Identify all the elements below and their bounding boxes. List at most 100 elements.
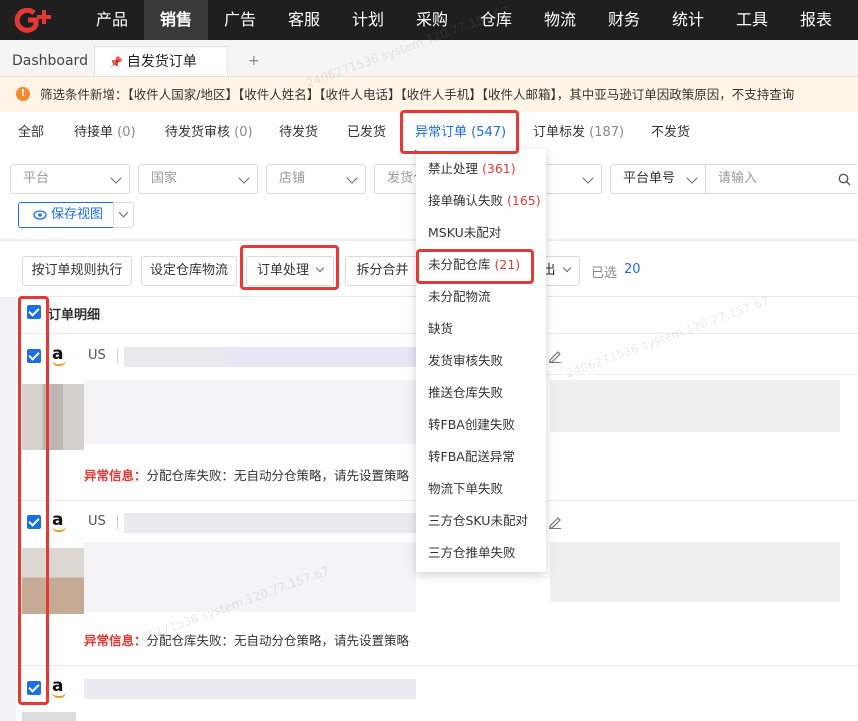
nav-item-service[interactable]: 客服 [276,0,332,40]
status-tab-no-ship[interactable]: 不发货 [651,112,690,154]
add-tab-button[interactable]: + [236,46,272,76]
button-label: 订单处理 [256,263,309,278]
item-label: 转FBA配送异常 [428,449,515,464]
item-label: 禁止处理 [428,161,479,176]
exception-type-dropdown: 禁止处理 (361) 接单确认失败 (165) MSKU未配对 未分配仓库 (2… [416,149,546,572]
item-label: 三方仓推单失败 [428,545,516,560]
error-label: 异常信息： [84,633,147,648]
nav-item-tools[interactable]: 工具 [724,0,780,40]
status-tab-label: 已发货 [347,125,387,140]
item-label: 接单确认失败 [428,193,504,208]
selected-label: 已选 [591,266,618,281]
item-label: 发货审核失败 [428,353,504,368]
edit-icon[interactable] [548,515,562,529]
dropdown-item-3pl-sku-unmatched[interactable]: 三方仓SKU未配对 [416,505,546,537]
item-count: (361) [482,161,516,176]
app-logo[interactable] [14,8,70,34]
status-tab-pending-accept[interactable]: 待接单 (0) [74,112,136,154]
nav-item-reports[interactable]: 报表 [788,0,844,40]
amazon-logo-icon: a [52,676,68,698]
nav-item-finance[interactable]: 财务 [596,0,652,40]
blurred-order-info [230,347,416,367]
error-text: 分配仓库失败：无自动分仓策略，请先设置策略 [146,468,410,483]
chevron-down-icon [238,172,250,184]
order-country: US [88,348,106,363]
status-tab-label: 不发货 [651,125,691,140]
dropdown-item-fba-create-failed[interactable]: 转FBA创建失败 [416,409,546,441]
search-field-select[interactable]: 平台单号 [610,164,706,194]
order-detail-header: 订单明细 [48,308,101,323]
platform-select[interactable]: 平台 [10,164,130,194]
status-tab-pending-review[interactable]: 待发货审核 (0) [165,112,253,154]
amazon-logo-icon: a [52,510,68,532]
order-checkbox[interactable] [27,681,41,695]
blurred-order-info [550,380,840,432]
dropdown-item-forbidden[interactable]: 禁止处理 (361) [416,153,546,185]
blurred-product-info [84,542,416,612]
country-select[interactable]: 国家 [138,164,258,194]
dropdown-item-accept-failed[interactable]: 接单确认失败 (165) [416,185,546,217]
edit-icon[interactable] [548,349,562,363]
dropdown-item-logistics-order-failed[interactable]: 物流下单失败 [416,473,546,505]
chevron-down-icon [315,263,325,273]
tab-self-ship-orders[interactable]: 📌 自发货订单 [94,46,228,76]
dropdown-item-3pl-push-failed[interactable]: 三方仓推单失败 [416,537,546,569]
status-tab-exception[interactable]: 异常订单 (547) [415,112,507,154]
error-label: 异常信息： [84,468,147,483]
order-error-message: 异常信息：分配仓库失败：无自动分仓策略，请先设置策略 [84,630,409,649]
item-label: MSKU未配对 [428,225,502,240]
notice-banner: ! 筛选条件新增：【收件人国家/地区】【收件人姓名】【收件人电话】【收件人手机】… [0,77,858,112]
search-icon[interactable] [838,173,851,186]
nav-item-warehouse[interactable]: 仓库 [468,0,524,40]
status-tab-mark-ship[interactable]: 订单标发 (187) [533,112,624,154]
dropdown-item-out-of-stock[interactable]: 缺货 [416,313,546,345]
select-all-checkbox[interactable] [27,305,41,319]
nav-item-stats[interactable]: 统计 [660,0,716,40]
status-tab-pending-ship[interactable]: 待发货 [279,112,318,154]
order-checkbox[interactable] [27,515,41,529]
chevron-down-icon [118,207,129,218]
search-input[interactable]: 请输入 [705,164,858,194]
nav-item-ads[interactable]: 广告 [212,0,268,40]
nav-item-plan[interactable]: 计划 [340,0,396,40]
nav-item-sales[interactable]: 销售 [144,0,208,40]
status-tab-shipped[interactable]: 已发货 [347,112,386,154]
status-tab-count: (0) [234,125,253,140]
dropdown-item-unassigned-warehouse[interactable]: 未分配仓库 (21) [416,249,546,281]
nav-item-logistics[interactable]: 物流 [532,0,588,40]
dropdown-item-ship-review-failed[interactable]: 发货审核失败 [416,345,546,377]
tab-dashboard[interactable]: Dashboard [0,46,100,76]
pin-icon: 📌 [109,56,123,69]
save-view-button[interactable]: 保存视图 [18,202,114,228]
order-process-button[interactable]: 订单处理 [246,256,334,286]
chevron-down-icon [582,172,594,184]
input-placeholder: 请输入 [718,171,758,186]
status-tab-label: 异常订单 [415,125,468,140]
save-view-dropdown-button[interactable] [113,202,134,228]
separator [117,515,118,529]
notice-text: 筛选条件新增：【收件人国家/地区】【收件人姓名】【收件人电话】【收件人手机】【收… [40,87,795,102]
store-select[interactable]: 店铺 [266,164,366,194]
nav-item-product[interactable]: 产品 [84,0,140,40]
product-thumbnail [22,384,84,450]
item-label: 转FBA创建失败 [428,417,515,432]
dropdown-item-push-warehouse-failed[interactable]: 推送仓库失败 [416,377,546,409]
dropdown-item-fba-delivery-error[interactable]: 转FBA配送异常 [416,441,546,473]
dropdown-item-unassigned-logistics[interactable]: 未分配物流 [416,281,546,313]
split-merge-button[interactable]: 拆分合并 [345,256,420,286]
item-label: 物流下单失败 [428,481,504,496]
item-label: 未分配仓库 [428,257,491,272]
set-warehouse-logistics-button[interactable]: 设定仓库物流 [141,256,237,286]
divider [16,665,858,666]
status-tab-all[interactable]: 全部 [18,112,44,154]
blurred-order-info [124,513,416,533]
dropdown-item-msku-unmatched[interactable]: MSKU未配对 [416,217,546,249]
product-thumbnail [22,712,76,721]
run-order-rules-button[interactable]: 按订单规则执行 [22,256,132,286]
top-nav: 产品 销售 广告 客服 计划 采购 仓库 物流 财务 统计 工具 报表 [0,0,858,40]
nav-item-purchase[interactable]: 采购 [404,0,460,40]
blurred-order-info [550,542,840,602]
error-text: 分配仓库失败：无自动分仓策略，请先设置策略 [146,633,410,648]
chevron-down-icon [110,172,122,184]
order-checkbox[interactable] [27,349,41,363]
